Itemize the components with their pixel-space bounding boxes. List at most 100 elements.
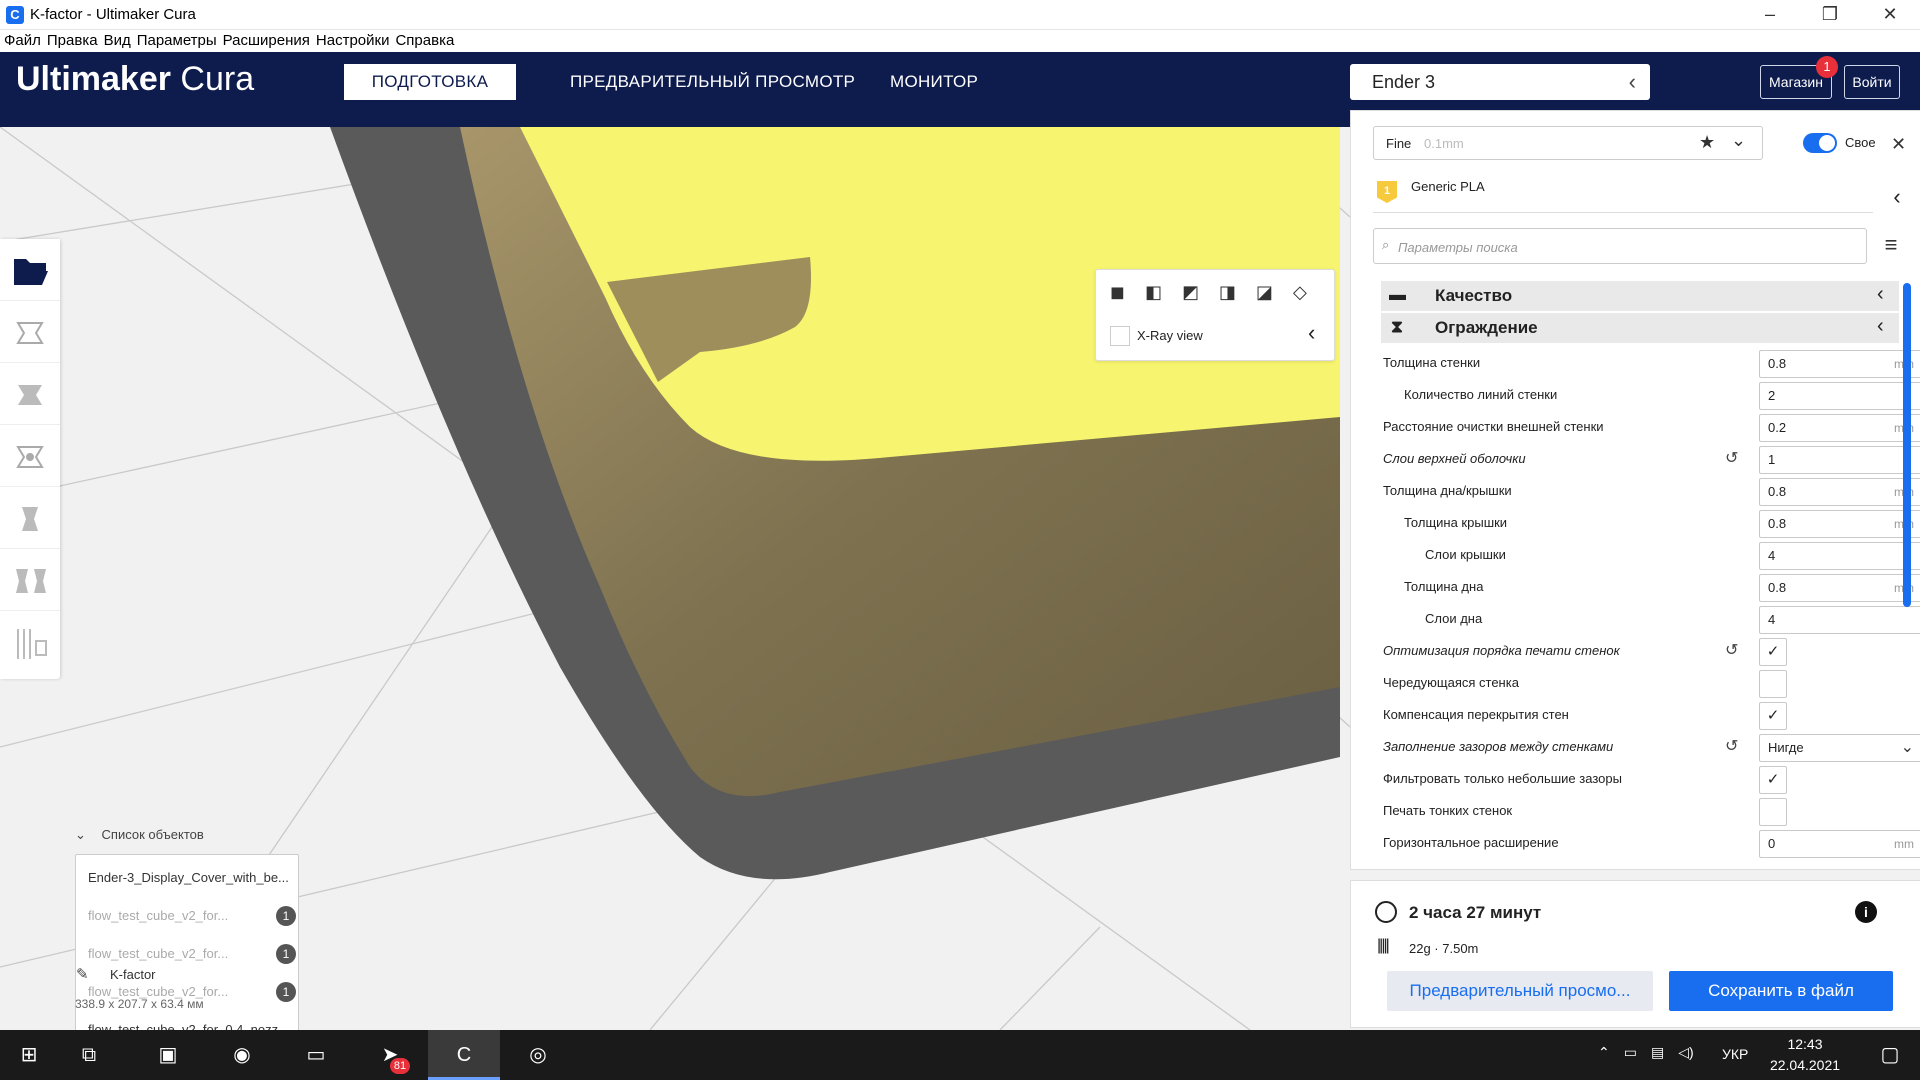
pencil-icon[interactable]: ✎ xyxy=(76,965,89,983)
custom-toggle[interactable] xyxy=(1803,133,1837,153)
maximize-button[interactable]: ❐ xyxy=(1800,0,1860,30)
setting-input[interactable]: 0.2mm xyxy=(1759,414,1920,442)
settings-scrollbar[interactable] xyxy=(1903,283,1911,607)
login-button[interactable]: Войти xyxy=(1844,65,1900,99)
preview-button[interactable]: Предварительный просмо... xyxy=(1387,971,1653,1011)
menu-item-4[interactable]: Расширения xyxy=(223,30,310,52)
setting-dropdown[interactable]: Нигде ⌄ xyxy=(1759,734,1920,762)
system-monitor-icon[interactable]: ▣ xyxy=(132,1030,204,1080)
tab-prepare[interactable]: ПОДГОТОВКА xyxy=(344,64,516,100)
print-settings-panel: Fine 0.1mm ★ ⌄ Свое ✕ 1 Generic PLA ‹ ⌕ … xyxy=(1350,110,1920,870)
setting-label: Горизонтальное расширение xyxy=(1383,835,1559,850)
object-list-item[interactable]: flow_test_cube_v2_for... 1 xyxy=(76,897,300,935)
setting-label: Фильтровать только небольшие зазоры xyxy=(1383,771,1622,786)
object-list-item[interactable]: flow_test_cube_v2_for_0.4_nozz... xyxy=(76,1011,300,1030)
menu-item-0[interactable]: Файл xyxy=(4,30,41,52)
window-title: K-factor - Ultimaker Cura xyxy=(30,6,196,23)
taskbar: ⊞ ⧉ ▣ ◉ ▭ ➤ 81 C ◎ ⌃ ▭ ▤ ◁) УКР 12:43 22… xyxy=(0,1030,1920,1080)
terminal-icon[interactable]: ▭ xyxy=(280,1030,352,1080)
tab-preview[interactable]: ПРЕДВАРИТЕЛЬНЫЙ ПРОСМОТР xyxy=(540,64,885,100)
setting-input[interactable]: 4 xyxy=(1759,606,1920,634)
menu-item-3[interactable]: Параметры xyxy=(137,30,217,52)
menu-item-6[interactable]: Справка xyxy=(395,30,454,52)
chrome-icon[interactable]: ◉ xyxy=(206,1030,278,1080)
setting-input[interactable]: 0.8mm xyxy=(1759,350,1920,378)
per-model-settings-button[interactable] xyxy=(0,549,60,611)
move-tool-button[interactable] xyxy=(0,301,60,363)
blender-icon[interactable]: ◎ xyxy=(502,1030,574,1080)
settings-menu-icon[interactable]: ≡ xyxy=(1873,227,1909,263)
view-top-icon[interactable]: ◩ xyxy=(1182,282,1199,303)
extruder-tab[interactable]: 1 Generic PLA xyxy=(1373,173,1873,213)
category-shell-label: Ограждение xyxy=(1435,318,1538,337)
keyboard-language[interactable]: УКР xyxy=(1722,1046,1748,1062)
setting-input[interactable]: 0 mm xyxy=(1759,830,1920,858)
network-icon[interactable]: ▤ xyxy=(1651,1044,1664,1061)
tab-monitor[interactable]: МОНИТОР xyxy=(860,64,1008,100)
scale-icon xyxy=(18,385,42,405)
profile-selector[interactable]: Fine 0.1mm ★ ⌄ xyxy=(1373,126,1763,160)
info-icon[interactable]: i xyxy=(1855,901,1877,923)
battery-icon[interactable]: ▭ xyxy=(1624,1044,1637,1061)
object-list-title: Список объектов xyxy=(101,827,204,842)
setting-label: Чередующаяся стенка xyxy=(1383,675,1519,690)
windows-start-icon[interactable]: ⊞ xyxy=(0,1030,58,1080)
setting-input[interactable]: 0.8mm xyxy=(1759,574,1920,602)
volume-icon[interactable]: ◁) xyxy=(1678,1044,1693,1061)
settings-search[interactable]: ⌕ Параметры поиска xyxy=(1373,228,1867,264)
clock-time[interactable]: 12:43 xyxy=(1770,1036,1840,1052)
view-layer-icon[interactable]: ◇ xyxy=(1293,282,1307,303)
view-left-icon[interactable]: ◨ xyxy=(1219,282,1236,303)
clock-date[interactable]: 22.04.2021 xyxy=(1764,1057,1846,1073)
job-name[interactable]: K-factor xyxy=(110,967,156,982)
rotate-tool-button[interactable] xyxy=(0,425,60,487)
setting-checkbox[interactable] xyxy=(1759,670,1787,698)
view-3d-icon[interactable]: ◼ xyxy=(1110,282,1125,303)
view-front-icon[interactable]: ◧ xyxy=(1145,282,1162,303)
object-list-item[interactable]: Ender-3_Display_Cover_with_be... xyxy=(76,859,300,897)
open-file-button[interactable] xyxy=(0,239,60,301)
telegram-icon[interactable]: ➤ xyxy=(354,1030,426,1080)
notifications-icon[interactable]: ▢ xyxy=(1860,1030,1920,1080)
setting-input[interactable]: 0.8mm xyxy=(1759,478,1920,506)
printer-selector[interactable]: Ender 3 ‹ xyxy=(1350,64,1650,100)
view-right-icon[interactable]: ◪ xyxy=(1256,282,1273,303)
star-icon[interactable]: ★ xyxy=(1699,132,1715,153)
menu-item-2[interactable]: Вид xyxy=(104,30,131,52)
chevron-left-icon[interactable]: ‹ xyxy=(1873,177,1920,217)
support-blocker-button[interactable] xyxy=(0,611,60,673)
category-quality[interactable]: ▬ Качество ‹ xyxy=(1381,281,1899,311)
cura-taskbar-icon[interactable]: C xyxy=(428,1030,500,1080)
menu-item-5[interactable]: Настройки xyxy=(316,30,390,52)
setting-input[interactable]: 0.8mm xyxy=(1759,510,1920,538)
minimize-button[interactable]: – xyxy=(1740,0,1800,30)
task-view-icon[interactable]: ⧉ xyxy=(60,1030,118,1080)
setting-checkbox[interactable]: ✓ xyxy=(1759,766,1787,794)
search-placeholder: Параметры поиска xyxy=(1398,240,1518,255)
reset-icon[interactable]: ↺ xyxy=(1725,736,1738,756)
save-to-file-button[interactable]: Сохранить в файл xyxy=(1669,971,1893,1011)
setting-input[interactable]: 1 xyxy=(1759,446,1920,474)
toggle-knob xyxy=(1819,135,1835,151)
rotate-icon xyxy=(16,446,44,468)
object-list-header[interactable]: ⌄ Список объектов xyxy=(75,827,204,843)
chevron-left-icon: ‹ xyxy=(1628,69,1636,94)
menu-item-1[interactable]: Правка xyxy=(47,30,98,52)
setting-input[interactable]: 2 xyxy=(1759,382,1920,410)
scale-tool-button[interactable] xyxy=(0,363,60,425)
close-window-button[interactable]: ✕ xyxy=(1860,0,1920,30)
collapse-view-panel-icon[interactable]: ‹ xyxy=(1308,320,1315,346)
mirror-tool-button[interactable] xyxy=(0,487,60,549)
setting-input[interactable]: 4 xyxy=(1759,542,1920,570)
setting-checkbox[interactable]: ✓ xyxy=(1759,638,1787,666)
chevron-up-icon[interactable]: ⌃ xyxy=(1598,1044,1610,1061)
xray-checkbox[interactable] xyxy=(1110,326,1130,346)
setting-row: Толщина дна/крышки 0.8mm xyxy=(1383,475,1920,507)
close-icon[interactable]: ✕ xyxy=(1891,134,1906,155)
marketplace-badge: 1 xyxy=(1816,56,1838,78)
setting-checkbox[interactable]: ✓ xyxy=(1759,702,1787,730)
category-shell[interactable]: ⧗ Ограждение ‹ xyxy=(1381,313,1899,343)
reset-icon[interactable]: ↺ xyxy=(1725,640,1738,660)
reset-icon[interactable]: ↺ xyxy=(1725,448,1738,468)
setting-checkbox[interactable] xyxy=(1759,798,1787,826)
